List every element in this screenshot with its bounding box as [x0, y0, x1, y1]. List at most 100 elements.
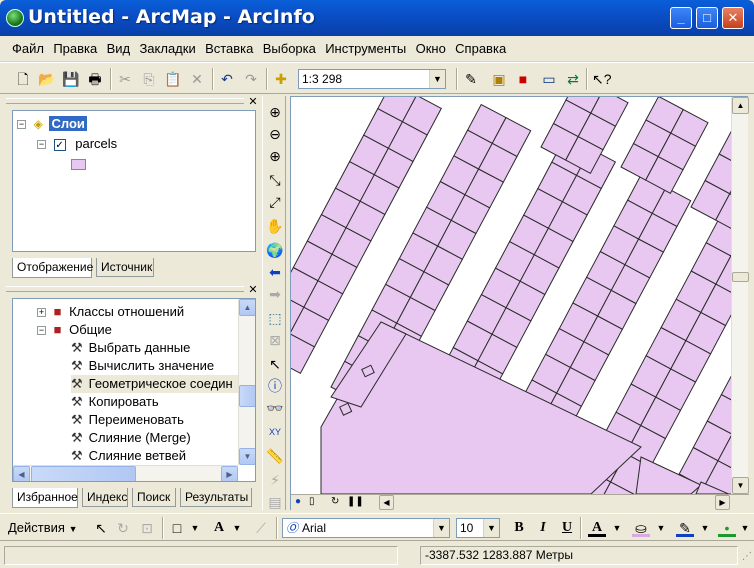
font-color-icon[interactable]: A: [588, 519, 606, 537]
rotate-icon[interactable]: ↻: [114, 519, 132, 537]
parcels-map[interactable]: [291, 97, 731, 494]
editor-toolbar-icon[interactable]: ✎: [462, 70, 480, 88]
tab-source[interactable]: Источник: [96, 258, 154, 277]
arctoolbox-icon[interactable]: ■: [514, 70, 532, 88]
tool-item[interactable]: ⚒ Слияние (Merge): [71, 429, 191, 447]
scroll-thumb[interactable]: [239, 385, 255, 407]
italic-button[interactable]: I: [534, 519, 552, 537]
scroll-up-icon[interactable]: ▲: [239, 299, 255, 316]
chevron-down-icon[interactable]: ▼: [652, 519, 670, 537]
scroll-right-icon[interactable]: ▶: [715, 495, 730, 510]
expand-icon[interactable]: +: [37, 308, 46, 318]
panel-grip[interactable]: [6, 286, 244, 292]
scroll-thumb[interactable]: [31, 466, 136, 481]
new-document-icon[interactable]: 🗋: [14, 70, 32, 88]
toolbox-vertical-scrollbar[interactable]: ▲ ▼: [238, 299, 255, 465]
map-view[interactable]: ▲ ▼ ● ▯ ↻ ❚❚ ◀ ▶: [290, 96, 749, 510]
map-scale-combo[interactable]: 1:3 298 ▼: [298, 69, 446, 89]
command-line-icon[interactable]: ▭: [540, 70, 558, 88]
close-button[interactable]: ✕: [722, 7, 744, 29]
whats-this-icon[interactable]: ↖?: [592, 70, 612, 88]
chevron-down-icon[interactable]: ▼: [736, 519, 754, 537]
go-to-xy-icon[interactable]: XY: [265, 422, 285, 442]
save-icon[interactable]: 💾: [62, 70, 80, 88]
menu-view[interactable]: Вид: [107, 36, 131, 62]
scroll-down-icon[interactable]: ▼: [732, 477, 749, 494]
font-name-combo[interactable]: Ⓞ Arial ▼: [282, 518, 450, 538]
add-data-icon[interactable]: ✚: [272, 70, 290, 88]
tab-favorites[interactable]: Избранное: [12, 488, 78, 508]
menu-bookmarks[interactable]: Закладки: [139, 36, 195, 62]
toc-layer-row[interactable]: − ✓ parcels: [37, 135, 117, 153]
menu-edit[interactable]: Правка: [53, 36, 97, 62]
toolset-item[interactable]: + ■ Классы отношений: [37, 303, 184, 321]
font-size-combo[interactable]: 10 ▼: [456, 518, 500, 538]
toc-root[interactable]: − ◈ Слои: [17, 115, 87, 133]
scroll-left-icon[interactable]: ◀: [379, 495, 394, 510]
actions-dropdown[interactable]: Действия ▼: [8, 518, 78, 539]
tool-item[interactable]: ⚒ Геометрическое соедин: [71, 375, 241, 393]
redo-icon[interactable]: ↷: [242, 70, 260, 88]
collapse-icon[interactable]: −: [17, 120, 26, 130]
zoom-out-icon[interactable]: ⊖: [265, 124, 285, 144]
resize-grip-icon[interactable]: ⋰: [742, 551, 752, 562]
layout-view-icon[interactable]: ▯: [309, 496, 315, 507]
zoom-in-icon[interactable]: ⊕: [265, 102, 285, 122]
chevron-down-icon[interactable]: ▼: [228, 519, 246, 537]
scroll-down-icon[interactable]: ▼: [239, 448, 255, 465]
back-extent-icon[interactable]: ⬅: [265, 262, 285, 282]
full-extent-globe-icon[interactable]: 🌍: [265, 240, 285, 260]
tool-item[interactable]: ⚒ Слияние ветвей: [71, 447, 186, 465]
cut-icon[interactable]: ✂: [116, 70, 134, 88]
data-view-icon[interactable]: ●: [295, 496, 301, 507]
full-extent-zoom-icon[interactable]: ⤢: [265, 192, 285, 212]
select-elements-arrow-icon[interactable]: ↖: [92, 519, 110, 537]
forward-extent-icon[interactable]: ➡: [265, 284, 285, 304]
bold-button[interactable]: B: [510, 519, 528, 537]
maximize-button[interactable]: □: [696, 7, 718, 29]
undo-icon[interactable]: ↶: [218, 70, 236, 88]
chevron-down-icon[interactable]: ▼: [429, 70, 445, 88]
rectangle-icon[interactable]: □: [168, 519, 186, 537]
tool-item[interactable]: ⚒ Выбрать данные: [71, 339, 190, 357]
tab-search[interactable]: Поиск: [132, 488, 176, 507]
tool-item[interactable]: ⚒ Переименовать: [71, 411, 184, 429]
refresh-icon[interactable]: ↻: [331, 496, 339, 507]
clear-selection-icon[interactable]: ⊠: [265, 330, 285, 350]
menu-selection[interactable]: Выборка: [263, 36, 316, 62]
zoom-to-selected-icon[interactable]: ⊡: [138, 519, 156, 537]
scroll-right-icon[interactable]: ▶: [221, 466, 238, 481]
arccatalog-icon[interactable]: ▣: [490, 70, 508, 88]
tab-display[interactable]: Отображение: [12, 258, 93, 278]
menu-file[interactable]: Файл: [12, 36, 44, 62]
fixed-zoom-in-icon[interactable]: ⊕: [265, 146, 285, 166]
paste-icon[interactable]: 📋: [164, 70, 182, 88]
print-icon[interactable]: 🖶: [86, 70, 104, 88]
select-elements-arrow-icon[interactable]: ↖: [265, 354, 285, 374]
tool-item[interactable]: ⚒ Копировать: [71, 393, 159, 411]
map-canvas[interactable]: [291, 97, 731, 494]
underline-button[interactable]: U: [558, 519, 576, 537]
map-vertical-scrollbar[interactable]: ▲ ▼: [731, 97, 749, 494]
chevron-down-icon[interactable]: ▼: [186, 519, 204, 537]
collapse-icon[interactable]: −: [37, 326, 46, 336]
close-icon[interactable]: ✕: [247, 284, 259, 296]
scroll-left-icon[interactable]: ◀: [13, 466, 30, 481]
minimize-button[interactable]: _: [670, 7, 692, 29]
panel-grip[interactable]: [6, 98, 244, 104]
hyperlink-lightning-icon[interactable]: ⚡: [265, 470, 285, 490]
fixed-zoom-out-icon[interactable]: ⤡: [265, 170, 285, 190]
chevron-down-icon[interactable]: ▼: [483, 519, 499, 537]
copy-icon[interactable]: ⎘: [140, 70, 158, 88]
identify-icon[interactable]: ⓘ: [265, 376, 285, 396]
pause-drawing-icon[interactable]: ❚❚: [347, 496, 364, 507]
new-text-icon[interactable]: A: [210, 519, 228, 537]
find-binoculars-icon[interactable]: 👓: [265, 398, 285, 418]
chevron-down-icon[interactable]: ▼: [608, 519, 626, 537]
tool-item[interactable]: ⚒ Вычислить значение: [71, 357, 214, 375]
fill-color-bucket-icon[interactable]: ⛀: [632, 519, 650, 537]
open-folder-icon[interactable]: 📂: [38, 70, 56, 88]
chevron-down-icon[interactable]: ▼: [433, 519, 449, 537]
html-popup-icon[interactable]: ▤: [265, 492, 285, 512]
menu-tools[interactable]: Инструменты: [325, 36, 406, 62]
